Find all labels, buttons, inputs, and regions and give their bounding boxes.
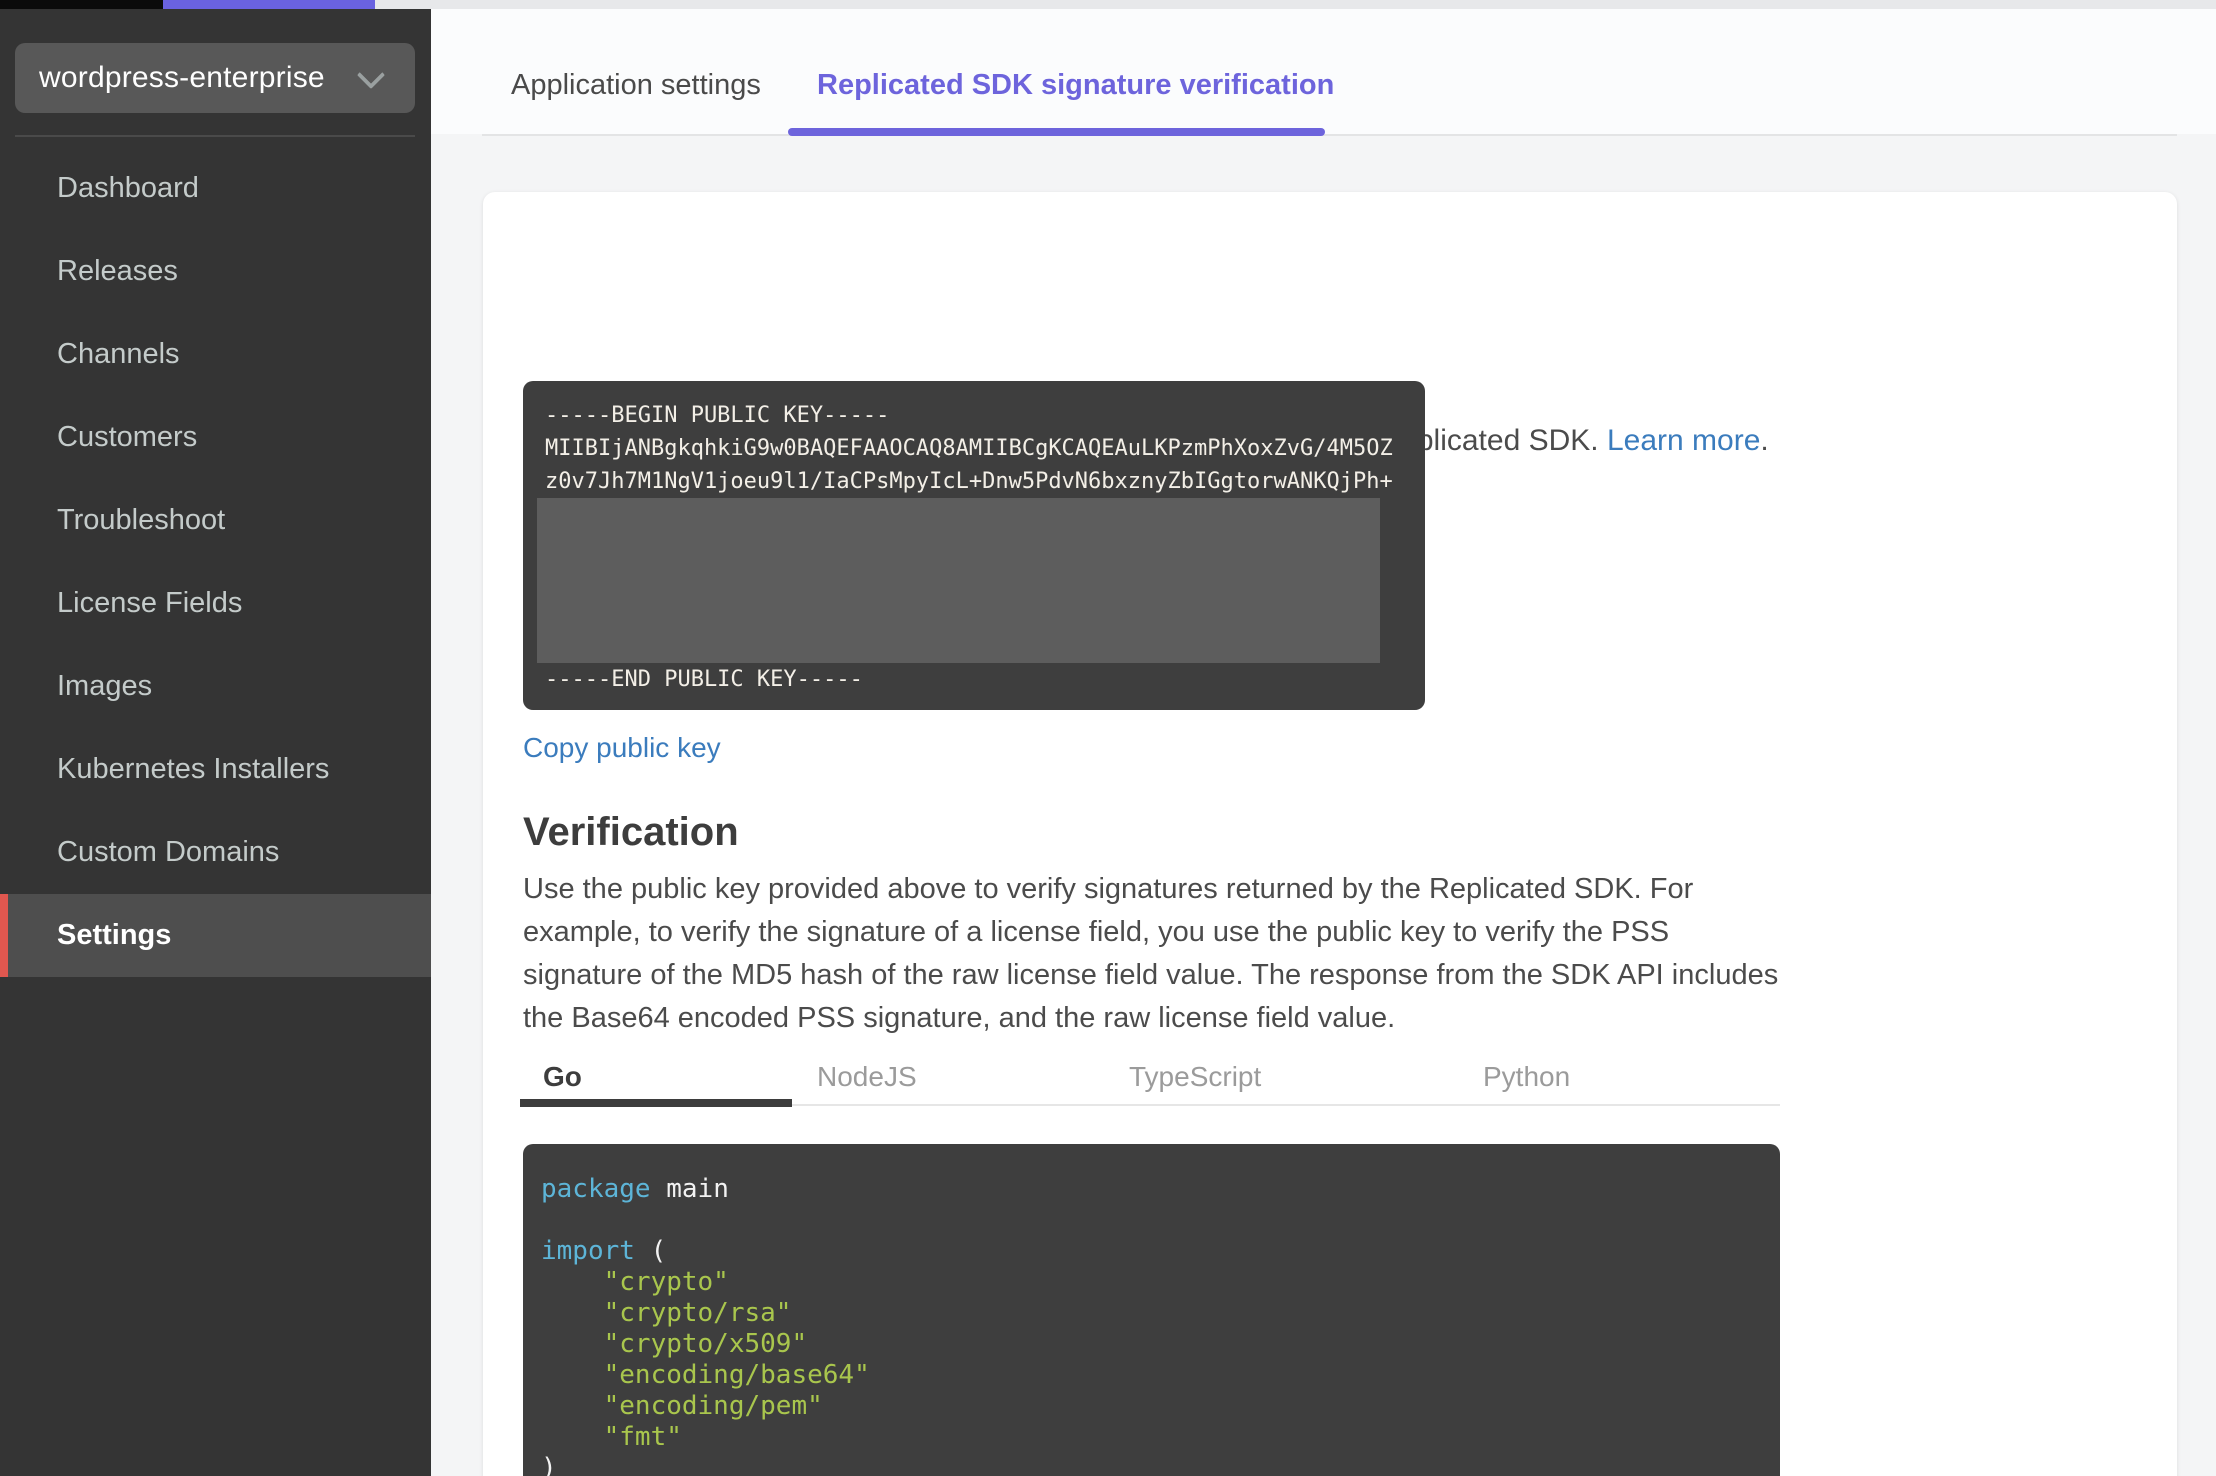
app-switcher-selected-app: wordpress-enterprise bbox=[39, 61, 325, 94]
sidebar-nav: Dashboard Releases Channels Customers Tr… bbox=[0, 147, 431, 977]
code-keyword-package: package bbox=[541, 1174, 651, 1204]
code-keyword-import: import bbox=[541, 1236, 635, 1266]
top-strip-purple-segment bbox=[163, 0, 375, 9]
code-import-crypto-rsa: "crypto/rsa" bbox=[541, 1298, 792, 1328]
code-tab-go[interactable]: Go bbox=[543, 1061, 582, 1093]
sidebar-item-images[interactable]: Images bbox=[0, 645, 431, 728]
tab-application-settings[interactable]: Application settings bbox=[511, 69, 761, 102]
sidebar-item-customers[interactable]: Customers bbox=[0, 396, 431, 479]
app-window: wordpress-enterprise Dashboard Releases … bbox=[0, 0, 2216, 1476]
sidebar-item-kubernetes-installers[interactable]: Kubernetes Installers bbox=[0, 728, 431, 811]
app-switcher-dropdown[interactable]: wordpress-enterprise bbox=[15, 43, 415, 113]
code-import-fmt: "fmt" bbox=[541, 1422, 682, 1452]
sidebar-item-custom-domains[interactable]: Custom Domains bbox=[0, 811, 431, 894]
code-import-encoding-pem: "encoding/pem" bbox=[541, 1391, 823, 1421]
copy-public-key-link[interactable]: Copy public key bbox=[523, 732, 721, 764]
public-key-block: -----BEGIN PUBLIC KEY----- MIIBIjANBgkqh… bbox=[523, 381, 1425, 710]
sidebar-divider bbox=[15, 135, 415, 137]
chevron-down-icon bbox=[356, 60, 386, 90]
settings-card: Signature verification is only applicabl… bbox=[483, 192, 2177, 1476]
code-tab-nodejs[interactable]: NodeJS bbox=[817, 1061, 917, 1093]
sidebar: wordpress-enterprise Dashboard Releases … bbox=[0, 9, 431, 1476]
active-item-accent-bar bbox=[0, 894, 8, 977]
code-tab-python[interactable]: Python bbox=[1483, 1061, 1570, 1093]
verification-description: Use the public key provided above to ver… bbox=[523, 873, 1779, 1034]
sidebar-item-troubleshoot[interactable]: Troubleshoot bbox=[0, 479, 431, 562]
sidebar-item-channels[interactable]: Channels bbox=[0, 313, 431, 396]
code-tab-typescript[interactable]: TypeScript bbox=[1129, 1061, 1261, 1093]
code-import-crypto: "crypto" bbox=[541, 1267, 729, 1297]
code-import-encoding-base64: "encoding/base64" bbox=[541, 1360, 870, 1390]
code-tabs-active-underline bbox=[520, 1099, 792, 1107]
main-content: Application settings Replicated SDK sign… bbox=[431, 9, 2216, 1476]
verification-heading: Verification bbox=[523, 810, 739, 854]
tab-bar-border bbox=[482, 134, 2177, 136]
pk-begin-line: -----BEGIN PUBLIC KEY----- bbox=[545, 403, 890, 428]
code-import-close-paren: ) bbox=[541, 1453, 557, 1476]
sidebar-item-releases[interactable]: Releases bbox=[0, 230, 431, 313]
top-strip-gray-segment bbox=[375, 0, 2216, 9]
active-tab-underline bbox=[788, 128, 1325, 136]
top-strip-black-segment bbox=[0, 0, 163, 9]
learn-more-link[interactable]: Learn more bbox=[1607, 424, 1760, 457]
sidebar-item-license-fields[interactable]: License Fields bbox=[0, 562, 431, 645]
pk-redacted-region bbox=[537, 498, 1380, 663]
sidebar-item-settings[interactable]: Settings bbox=[0, 894, 431, 977]
pk-base64-line-2: z0v7Jh7M1NgV1joeu9l1/IaCPsMpyIcL+Dnw5Pdv… bbox=[545, 469, 1393, 494]
tab-sdk-signature-verification[interactable]: Replicated SDK signature verification bbox=[817, 69, 1334, 102]
code-import-crypto-x509: "crypto/x509" bbox=[541, 1329, 808, 1359]
sidebar-item-dashboard[interactable]: Dashboard bbox=[0, 147, 431, 230]
pk-base64-line-1: MIIBIjANBgkqhkiG9w0BAQEFAAOCAQ8AMIIBCgKC… bbox=[545, 436, 1393, 461]
pk-end-line: -----END PUBLIC KEY----- bbox=[545, 667, 863, 692]
go-code-block: package main import ( "crypto" "crypto/r… bbox=[523, 1144, 1780, 1476]
